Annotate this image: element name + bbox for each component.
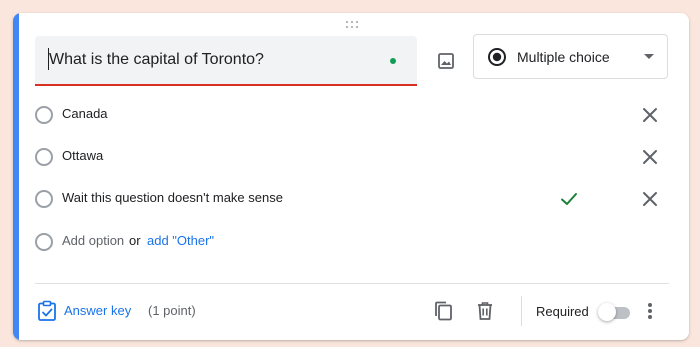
- question-title-text: What is the capital of Toronto?: [49, 51, 264, 68]
- dropdown-arrow-icon: [644, 54, 654, 59]
- radio-empty-icon: [35, 190, 53, 208]
- option-label[interactable]: Wait this question doesn't make sense: [62, 190, 283, 205]
- toggle-thumb: [598, 303, 616, 321]
- required-toggle[interactable]: [598, 303, 630, 321]
- option-row: Ottawa: [35, 142, 675, 172]
- close-icon: [643, 108, 657, 122]
- required-label: Required: [536, 304, 589, 319]
- remove-option-button[interactable]: [639, 188, 661, 210]
- close-icon: [643, 150, 657, 164]
- duplicate-button[interactable]: [431, 299, 455, 323]
- add-other-link[interactable]: add "Other": [147, 233, 214, 248]
- image-icon: [438, 53, 454, 69]
- drag-handle-icon[interactable]: [346, 21, 360, 29]
- delete-button[interactable]: [473, 299, 497, 323]
- radio-button-icon: [488, 48, 506, 66]
- add-option-input[interactable]: Add option: [62, 233, 124, 248]
- trash-icon: [478, 302, 492, 320]
- points-label: (1 point): [148, 303, 196, 318]
- radio-empty-icon: [35, 106, 53, 124]
- option-row: Wait this question doesn't make sense: [35, 184, 675, 214]
- add-option-row: Add option or add "Other": [35, 227, 675, 257]
- option-row: Canada: [35, 100, 675, 130]
- copy-icon: [435, 301, 452, 321]
- question-type-label: Multiple choice: [517, 49, 610, 65]
- remove-option-button[interactable]: [639, 146, 661, 168]
- status-dot-icon: [390, 58, 396, 64]
- question-type-select[interactable]: Multiple choice: [473, 34, 668, 79]
- add-image-button[interactable]: [431, 46, 461, 76]
- radio-empty-icon: [35, 233, 53, 251]
- footer-divider: [35, 283, 669, 284]
- question-card: What is the capital of Toronto? Multiple…: [13, 13, 689, 340]
- close-icon: [643, 192, 657, 206]
- option-label[interactable]: Canada: [62, 106, 108, 121]
- option-label[interactable]: Ottawa: [62, 148, 103, 163]
- footer-separator: [521, 296, 522, 326]
- clipboard-check-icon: [38, 300, 56, 321]
- check-icon: [561, 193, 577, 205]
- or-label: or: [129, 233, 141, 248]
- question-title-input[interactable]: What is the capital of Toronto?: [35, 36, 417, 86]
- radio-empty-icon: [35, 148, 53, 166]
- remove-option-button[interactable]: [639, 104, 661, 126]
- more-vert-icon: [648, 303, 652, 319]
- active-card-indicator: [13, 13, 19, 340]
- answer-key-label: Answer key: [64, 303, 132, 318]
- text-cursor: [48, 48, 49, 70]
- more-options-button[interactable]: [640, 299, 660, 323]
